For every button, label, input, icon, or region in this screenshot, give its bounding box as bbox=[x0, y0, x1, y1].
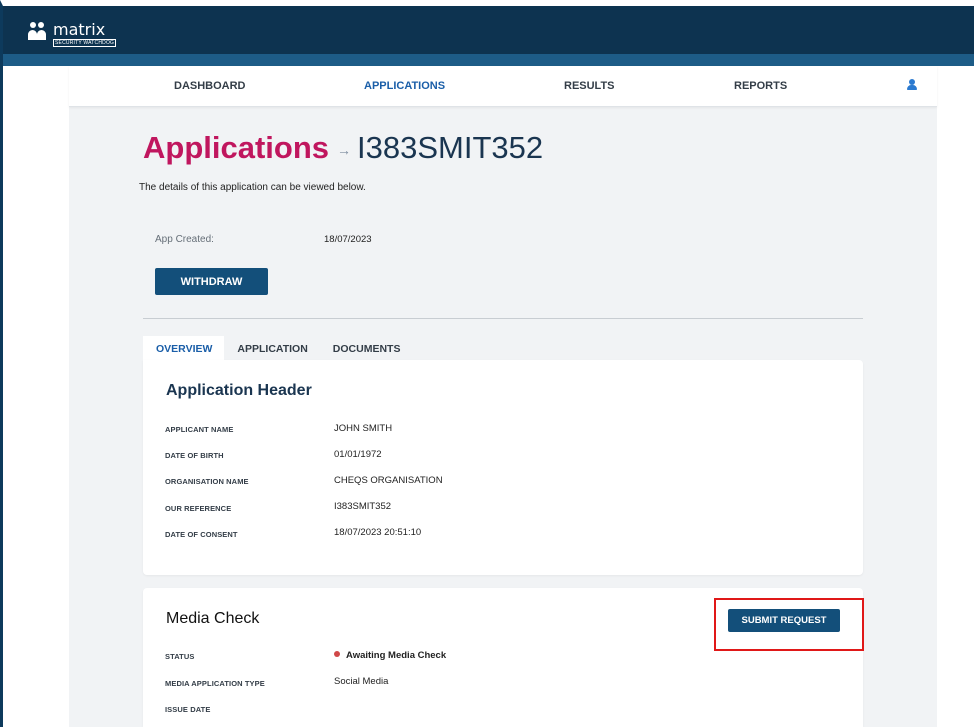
media-check-card: Media Check SUBMIT REQUEST STATUS Awaiti… bbox=[143, 588, 864, 727]
tab-application[interactable]: APPLICATION bbox=[224, 336, 319, 360]
top-header-bar: matrix SECURITY WATCHDOG bbox=[0, 0, 974, 54]
header-strip bbox=[0, 54, 974, 66]
date-of-consent-value: 18/07/2023 20:51:10 bbox=[334, 527, 422, 538]
date-of-consent-label: DATE OF CONSENT bbox=[165, 530, 238, 539]
media-application-type-label: MEDIA APPLICATION TYPE bbox=[165, 679, 265, 688]
date-of-birth-label: DATE OF BIRTH bbox=[165, 451, 224, 460]
user-account-icon[interactable] bbox=[906, 79, 918, 91]
intro-text: The details of this application can be v… bbox=[139, 182, 366, 193]
our-reference-value: I383SMIT352 bbox=[334, 501, 392, 512]
date-of-birth-value: 01/01/1972 bbox=[334, 449, 382, 460]
nav-results[interactable]: RESULTS bbox=[564, 80, 615, 92]
nav-dashboard[interactable]: DASHBOARD bbox=[174, 80, 246, 92]
application-header-card: Application Header APPLICANT NAME JOHN S… bbox=[143, 360, 863, 575]
application-header-title: Application Header bbox=[166, 382, 312, 399]
status-dot-icon bbox=[334, 651, 340, 658]
applicant-name-value: JOHN SMITH bbox=[334, 423, 393, 434]
organisation-name-label: ORGANISATION NAME bbox=[165, 477, 249, 486]
withdraw-button[interactable]: WITHDRAW bbox=[155, 268, 268, 295]
nav-applications[interactable]: APPLICATIONS bbox=[364, 80, 445, 92]
application-id: I383SMIT352 bbox=[357, 130, 544, 165]
status-label: STATUS bbox=[165, 652, 195, 661]
brand-name: matrix bbox=[53, 20, 106, 39]
brand-tagline: SECURITY WATCHDOG bbox=[53, 39, 117, 47]
people-logo-icon bbox=[27, 22, 51, 42]
submit-request-button[interactable]: SUBMIT REQUEST bbox=[728, 609, 840, 632]
our-reference-label: OUR REFERENCE bbox=[165, 504, 232, 513]
organisation-name-value: CHEQS ORGANISATION bbox=[334, 475, 443, 486]
arrow-right-icon: → bbox=[337, 142, 352, 158]
applicant-name-label: APPLICANT NAME bbox=[165, 425, 234, 434]
matrix-logo[interactable]: matrix SECURITY WATCHDOG bbox=[27, 20, 117, 47]
main-navigation: DASHBOARD APPLICATIONS RESULTS REPORTS bbox=[69, 66, 937, 107]
tab-documents[interactable]: DOCUMENTS bbox=[320, 336, 413, 360]
section-divider bbox=[143, 318, 863, 319]
app-created-value: 18/07/2023 bbox=[324, 234, 372, 245]
detail-tabs: OVERVIEW APPLICATION DOCUMENTS bbox=[143, 336, 412, 360]
status-value: Awaiting Media Check bbox=[334, 650, 446, 661]
issue-date-label: ISSUE DATE bbox=[165, 705, 211, 714]
app-created-label: App Created: bbox=[155, 234, 214, 245]
page-title: Applications → I383SMIT352 bbox=[143, 130, 543, 166]
nav-reports[interactable]: REPORTS bbox=[734, 80, 787, 92]
main-page: DASHBOARD APPLICATIONS RESULTS REPORTS A… bbox=[69, 66, 937, 727]
tab-overview[interactable]: OVERVIEW bbox=[143, 336, 225, 360]
media-application-type-value: Social Media bbox=[334, 676, 389, 687]
breadcrumb-applications[interactable]: Applications bbox=[143, 130, 329, 166]
media-check-title: Media Check bbox=[166, 610, 260, 627]
status-text: Awaiting Media Check bbox=[346, 650, 447, 661]
